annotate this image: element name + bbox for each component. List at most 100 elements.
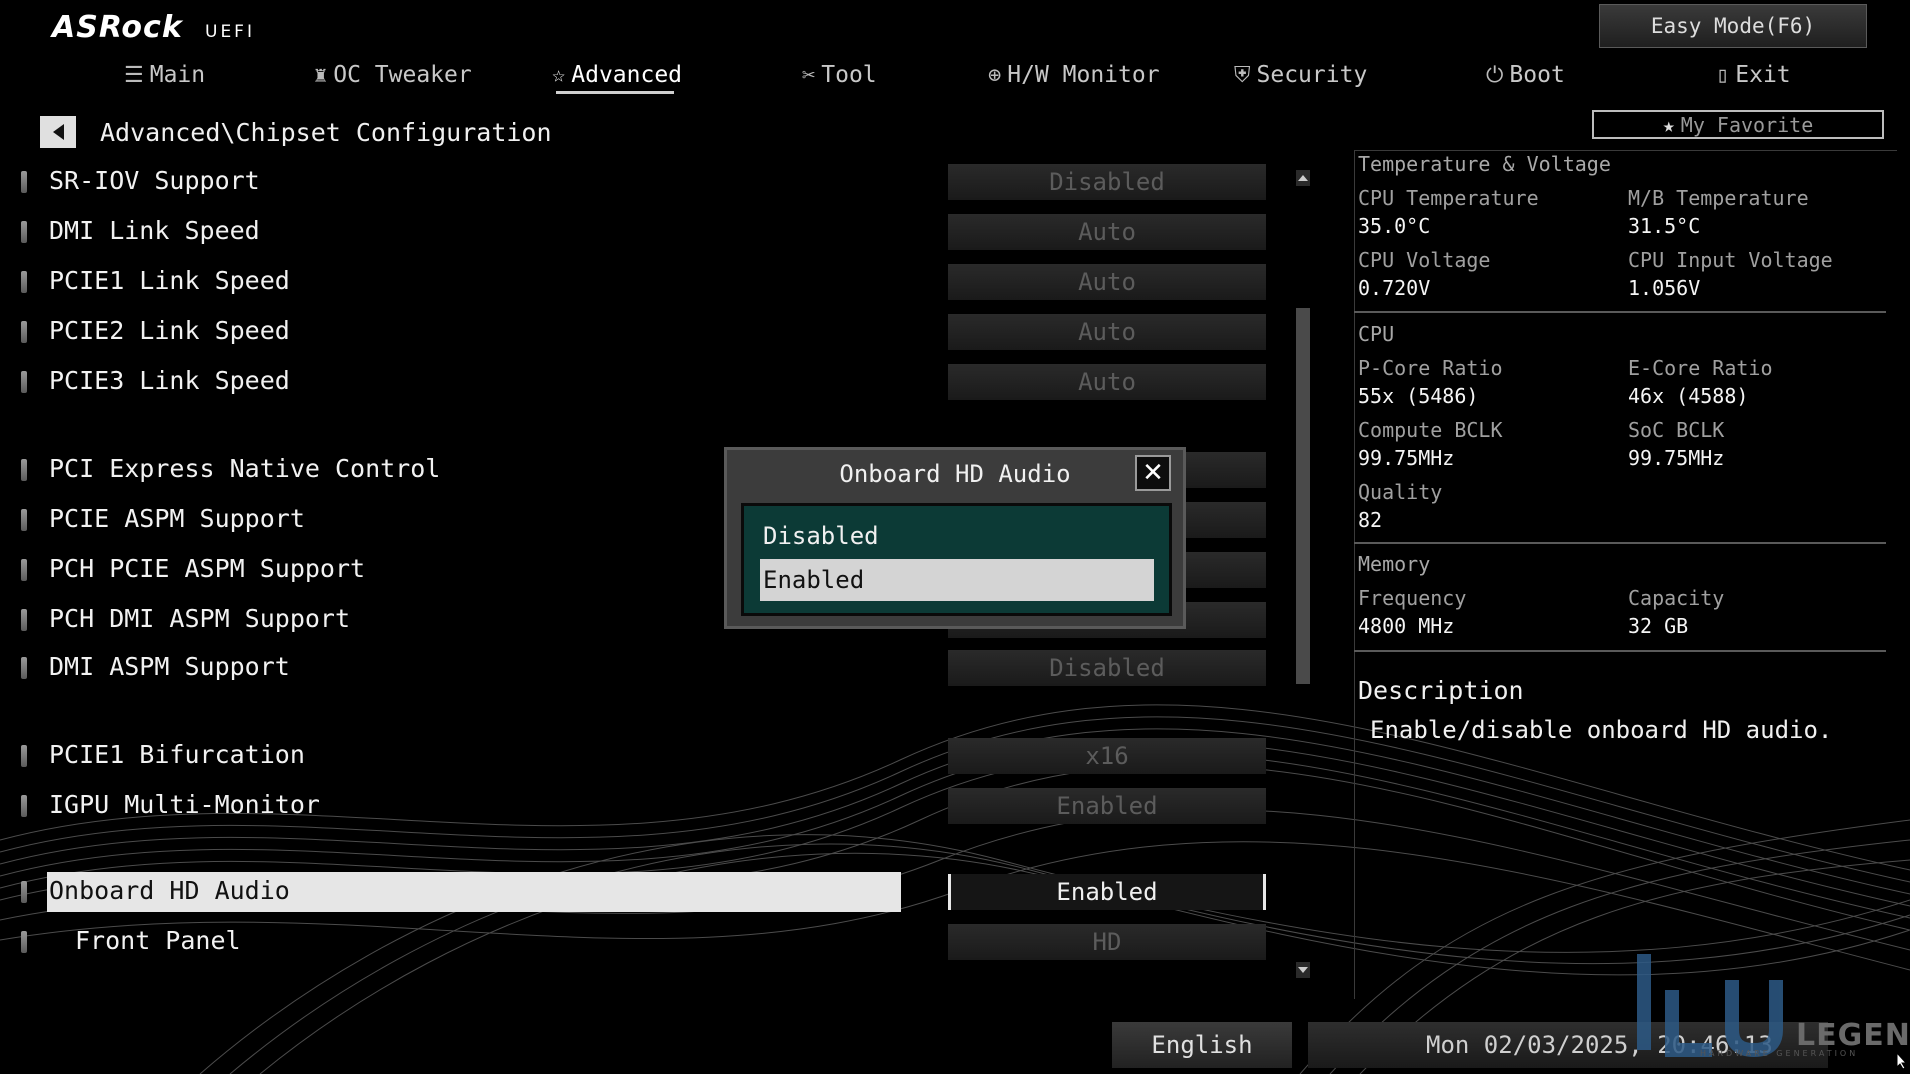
row-bullet	[21, 559, 27, 581]
cpu-temp-value: 35.0°C	[1358, 214, 1431, 238]
setting-label: PCI Express Native Control	[49, 454, 441, 483]
quality-label: Quality	[1358, 480, 1443, 504]
setting-value[interactable]: Auto	[948, 264, 1266, 300]
capacity-value: 32 GB	[1628, 614, 1689, 638]
cpu-voltage-value: 0.720V	[1358, 276, 1431, 300]
tab-hw-monitor[interactable]: ⊕ H/W Monitor	[988, 58, 1160, 92]
setting-label: PCIE2 Link Speed	[49, 316, 290, 345]
active-tab-underline	[556, 91, 674, 94]
soc-bclk-value: 99.75MHz	[1628, 446, 1725, 470]
list-icon: ☰	[124, 62, 144, 88]
setting-value[interactable]: Auto	[948, 214, 1266, 250]
bclk-label: Compute BCLK	[1358, 418, 1503, 442]
star-icon: ★	[1662, 112, 1675, 137]
setting-label: DMI Link Speed	[49, 216, 260, 245]
divider	[1354, 542, 1886, 544]
setting-label: PCH DMI ASPM Support	[49, 604, 351, 633]
quality-value: 82	[1358, 508, 1383, 532]
info-panel	[1354, 150, 1897, 999]
option-enabled[interactable]: Enabled	[760, 559, 1154, 601]
rocket-icon: ♜	[314, 62, 328, 88]
cpu-input-voltage-label: CPU Input Voltage	[1628, 248, 1833, 272]
mb-temp-label: M/B Temperature	[1628, 186, 1809, 210]
close-icon[interactable]: ✕	[1135, 455, 1171, 491]
memory-header: Memory	[1358, 552, 1431, 576]
tools-icon: ✂	[802, 62, 816, 88]
row-bullet	[21, 459, 27, 481]
ecore-value: 46x (4588)	[1628, 384, 1749, 408]
tab-oc-tweaker[interactable]: ♜ OC Tweaker	[314, 58, 472, 92]
power-icon: ⏻	[1486, 62, 1504, 88]
tab-exit[interactable]: ▯ Exit	[1716, 58, 1791, 92]
scroll-down-button[interactable]	[1296, 962, 1310, 978]
setting-label: PCIE3 Link Speed	[49, 366, 290, 395]
soc-bclk-label: SoC BCLK	[1628, 418, 1725, 442]
row-bullet	[21, 745, 27, 767]
row-bullet	[21, 509, 27, 531]
row-bullet	[21, 657, 27, 679]
tab-advanced[interactable]: ☆ Advanced	[552, 58, 682, 92]
row-bullet	[21, 321, 27, 343]
setting-label: PCIE ASPM Support	[49, 504, 305, 533]
arrow-down-icon	[1298, 967, 1308, 973]
setting-row[interactable]: PCIE1 Link Speed Auto	[0, 262, 1290, 302]
setting-row[interactable]: IGPU Multi-Monitor Enabled	[0, 786, 1290, 826]
option-disabled[interactable]: Disabled	[760, 515, 1154, 557]
setting-label: PCIE1 Link Speed	[49, 266, 290, 295]
setting-row[interactable]: PCIE3 Link Speed Auto	[0, 362, 1290, 402]
row-bullet	[21, 221, 27, 243]
setting-value[interactable]: Enabled	[948, 874, 1266, 910]
brand-logo: ASRock	[52, 10, 183, 45]
language-button[interactable]: English	[1112, 1022, 1292, 1068]
setting-row[interactable]: Front Panel HD	[0, 922, 1290, 962]
setting-value[interactable]: x16	[948, 738, 1266, 774]
setting-value[interactable]: Auto	[948, 314, 1266, 350]
cpu-temp-label: CPU Temperature	[1358, 186, 1539, 210]
dialog-title: Onboard HD Audio	[839, 460, 1071, 488]
setting-value[interactable]: HD	[948, 924, 1266, 960]
star-icon: ☆	[552, 62, 566, 88]
divider	[1354, 311, 1886, 313]
tab-label: Exit	[1735, 62, 1791, 88]
setting-row[interactable]: SR-IOV Support Disabled	[0, 162, 1290, 202]
tab-boot[interactable]: ⏻ Boot	[1486, 58, 1565, 92]
description-text: Enable/disable onboard HD audio.	[1370, 716, 1833, 744]
back-button[interactable]	[40, 116, 76, 148]
divider	[1354, 650, 1886, 652]
setting-row-selected[interactable]: Onboard HD Audio Enabled	[0, 872, 1290, 912]
tab-security[interactable]: ⛨ Security	[1234, 58, 1367, 92]
setting-value[interactable]: Enabled	[948, 788, 1266, 824]
description-title: Description	[1358, 676, 1524, 705]
setting-value[interactable]: Disabled	[948, 164, 1266, 200]
setting-row[interactable]: PCIE1 Bifurcation x16	[0, 736, 1290, 776]
tab-main[interactable]: ☰ Main	[124, 58, 205, 92]
tab-tool[interactable]: ✂ Tool	[802, 58, 877, 92]
door-icon: ▯	[1716, 62, 1730, 88]
setting-value[interactable]: Auto	[948, 364, 1266, 400]
easy-mode-button[interactable]: Easy Mode(F6)	[1599, 4, 1867, 48]
scrollbar-thumb[interactable]	[1296, 308, 1310, 684]
my-favorite-button[interactable]: ★ My Favorite	[1592, 110, 1884, 139]
setting-row[interactable]: DMI Link Speed Auto	[0, 212, 1290, 252]
setting-row[interactable]: DMI ASPM Support Disabled	[0, 648, 1290, 688]
shield-icon: ⛨	[1234, 62, 1251, 88]
bclk-value: 99.75MHz	[1358, 446, 1455, 470]
my-favorite-label: My Favorite	[1680, 112, 1814, 137]
crosshair-icon: ⊕	[988, 62, 1002, 88]
setting-label: PCH PCIE ASPM Support	[49, 554, 366, 583]
scroll-up-button[interactable]	[1296, 170, 1310, 186]
capacity-label: Capacity	[1628, 586, 1725, 610]
setting-label: Onboard HD Audio	[49, 876, 290, 905]
freq-value: 4800 MHz	[1358, 614, 1455, 638]
setting-label: DMI ASPM Support	[49, 652, 290, 681]
setting-value[interactable]: Disabled	[948, 650, 1266, 686]
option-list: Disabled Enabled	[741, 503, 1172, 616]
row-bullet	[21, 795, 27, 817]
watermark-sub: HARDWARE GENERATION	[1700, 1049, 1859, 1058]
tab-label: Security	[1256, 62, 1368, 88]
cpu-voltage-label: CPU Voltage	[1358, 248, 1491, 272]
setting-row[interactable]: PCIE2 Link Speed Auto	[0, 312, 1290, 352]
tab-label: Boot	[1509, 62, 1565, 88]
setting-label: PCIE1 Bifurcation	[49, 740, 305, 769]
row-bullet	[21, 881, 27, 903]
